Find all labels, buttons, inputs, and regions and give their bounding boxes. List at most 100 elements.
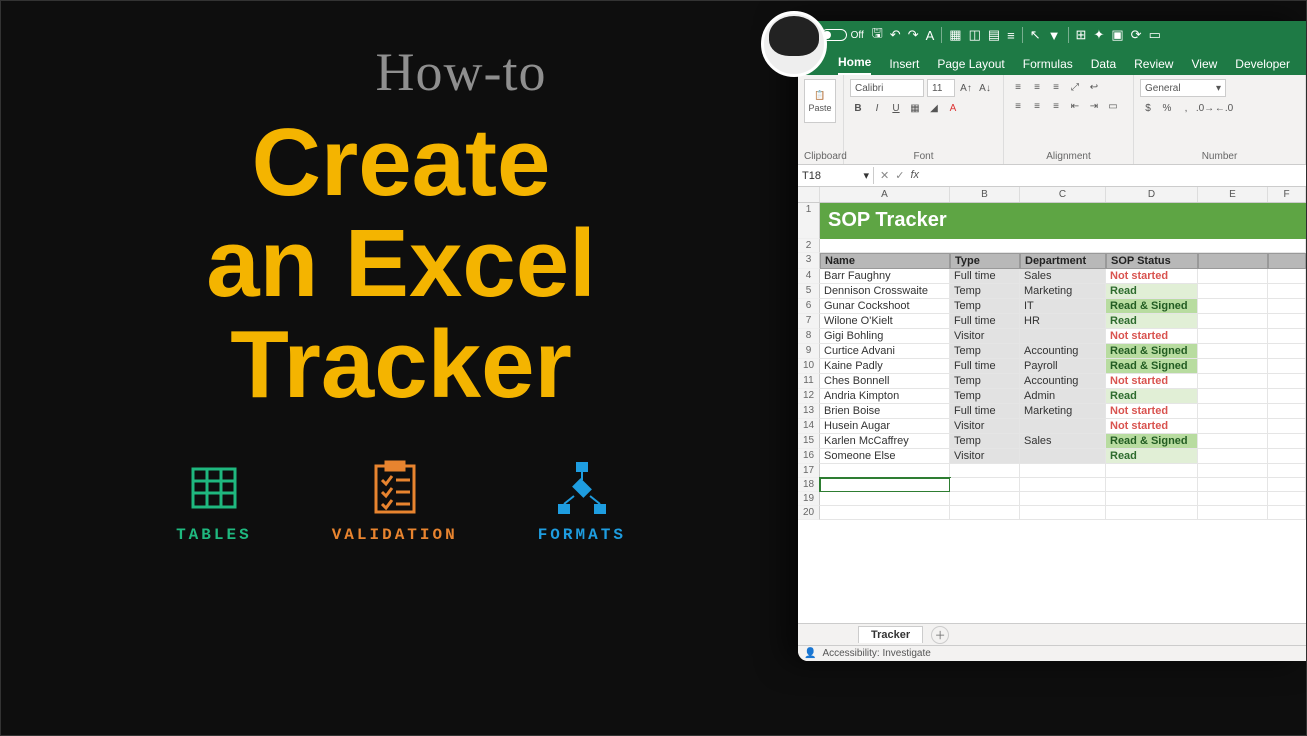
name-box[interactable]: T18▾	[798, 167, 874, 184]
font-name-select[interactable]: Calibri	[850, 79, 924, 97]
row-header[interactable]: 17	[798, 464, 820, 478]
cell[interactable]	[950, 492, 1020, 506]
cell-dept[interactable]: Marketing	[1020, 284, 1106, 299]
cell-dept[interactable]: Accounting	[1020, 344, 1106, 359]
tab-formulas[interactable]: Formulas	[1023, 57, 1073, 75]
cell-dept[interactable]: IT	[1020, 299, 1106, 314]
cell[interactable]	[1268, 464, 1306, 478]
indent-dec-icon[interactable]: ⇤	[1067, 98, 1083, 114]
cell[interactable]	[1020, 492, 1106, 506]
apps-icon[interactable]: ⊞	[1076, 27, 1087, 43]
cell-dept[interactable]: Marketing	[1020, 404, 1106, 419]
cell-dept[interactable]: Accounting	[1020, 374, 1106, 389]
cell[interactable]	[1106, 464, 1198, 478]
dec-decimal-icon[interactable]: ←.0	[1216, 100, 1232, 116]
cell-type[interactable]: Full time	[950, 269, 1020, 284]
star-icon[interactable]: ✦	[1093, 27, 1104, 43]
cell[interactable]	[1198, 269, 1268, 284]
cell-name[interactable]: Karlen McCaffrey	[820, 434, 950, 449]
formula-input[interactable]	[925, 174, 1306, 178]
cell[interactable]	[1268, 389, 1306, 404]
indent-inc-icon[interactable]: ⇥	[1086, 98, 1102, 114]
row-header[interactable]: 6	[798, 299, 820, 314]
th-name[interactable]: Name	[820, 253, 950, 269]
cell-status[interactable]: Read	[1106, 389, 1198, 404]
cell-status[interactable]: Not started	[1106, 419, 1198, 434]
font-size-select[interactable]: 11	[927, 79, 955, 97]
cell-dept[interactable]	[1020, 329, 1106, 344]
row-header[interactable]: 11	[798, 374, 820, 389]
align-center-icon[interactable]: ≡	[1029, 98, 1045, 114]
tab-data[interactable]: Data	[1091, 57, 1116, 75]
th-status[interactable]: SOP Status	[1106, 253, 1198, 269]
cell-status[interactable]: Not started	[1106, 329, 1198, 344]
cell[interactable]	[1198, 506, 1268, 520]
cell[interactable]	[1268, 359, 1306, 374]
cell-name[interactable]: Gigi Bohling	[820, 329, 950, 344]
underline-icon[interactable]: U	[888, 100, 904, 116]
paste-button[interactable]: 📋 Paste	[804, 79, 836, 123]
bold-icon[interactable]: B	[850, 100, 866, 116]
cell-type[interactable]: Full time	[950, 359, 1020, 374]
cell-name[interactable]: Ches Bonnell	[820, 374, 950, 389]
cell[interactable]	[1268, 492, 1306, 506]
window-icon[interactable]: ◫	[969, 27, 981, 43]
number-format-select[interactable]: General▾	[1140, 79, 1226, 97]
cell-status[interactable]: Read & Signed	[1106, 344, 1198, 359]
cell-name[interactable]: Andria Kimpton	[820, 389, 950, 404]
inc-decimal-icon[interactable]: .0→	[1197, 100, 1213, 116]
cell[interactable]	[1020, 478, 1106, 492]
row-header[interactable]: 14	[798, 419, 820, 434]
cell-dept[interactable]	[1020, 419, 1106, 434]
cell-dept[interactable]	[1020, 449, 1106, 464]
box-icon[interactable]: ▣	[1111, 27, 1123, 43]
cell-status[interactable]: Read	[1106, 449, 1198, 464]
percent-icon[interactable]: %	[1159, 100, 1175, 116]
cell-dept[interactable]: Payroll	[1020, 359, 1106, 374]
row-header[interactable]: 13	[798, 404, 820, 419]
cell[interactable]	[1268, 478, 1306, 492]
cell[interactable]	[1198, 344, 1268, 359]
comma-icon[interactable]: ,	[1178, 100, 1194, 116]
cell[interactable]	[1268, 284, 1306, 299]
cell[interactable]	[1198, 299, 1268, 314]
cell[interactable]	[1268, 506, 1306, 520]
col-e[interactable]: E	[1198, 187, 1268, 202]
cell-status[interactable]: Read & Signed	[1106, 359, 1198, 374]
cell-type[interactable]: Full time	[950, 314, 1020, 329]
cell[interactable]	[1198, 284, 1268, 299]
accept-formula-icon[interactable]: ✓	[895, 169, 904, 182]
cell-dept[interactable]: Admin	[1020, 389, 1106, 404]
wrap-icon[interactable]: ↩	[1086, 79, 1102, 95]
th-type[interactable]: Type	[950, 253, 1020, 269]
cell-status[interactable]: Not started	[1106, 404, 1198, 419]
cell-name[interactable]: Wilone O'Kielt	[820, 314, 950, 329]
cell[interactable]	[1198, 329, 1268, 344]
col-corner[interactable]	[798, 187, 820, 202]
col-b[interactable]: B	[950, 187, 1020, 202]
cell-name[interactable]: Someone Else	[820, 449, 950, 464]
tab-pagelayout[interactable]: Page Layout	[937, 57, 1004, 75]
col-d[interactable]: D	[1106, 187, 1198, 202]
cell-type[interactable]: Visitor	[950, 419, 1020, 434]
cell-type[interactable]: Full time	[950, 404, 1020, 419]
border-icon[interactable]: ▦	[907, 100, 923, 116]
align-left-icon[interactable]: ≡	[1010, 98, 1026, 114]
cell[interactable]	[1268, 449, 1306, 464]
cell[interactable]	[1198, 314, 1268, 329]
cell-status[interactable]: Read	[1106, 314, 1198, 329]
font-icon[interactable]: A	[926, 28, 935, 43]
row-header[interactable]: 3	[798, 253, 820, 269]
italic-icon[interactable]: I	[869, 100, 885, 116]
cell-status[interactable]: Not started	[1106, 374, 1198, 389]
cell[interactable]	[1198, 374, 1268, 389]
cell[interactable]	[820, 478, 950, 492]
row-header[interactable]: 8	[798, 329, 820, 344]
cell-status[interactable]: Read & Signed	[1106, 434, 1198, 449]
cell[interactable]	[1106, 478, 1198, 492]
cell-name[interactable]: Curtice Advani	[820, 344, 950, 359]
orientation-icon[interactable]: ⤢	[1067, 79, 1083, 95]
cell[interactable]	[1268, 434, 1306, 449]
font-color-icon[interactable]: A	[945, 100, 961, 116]
tab-home[interactable]: Home	[838, 55, 871, 75]
